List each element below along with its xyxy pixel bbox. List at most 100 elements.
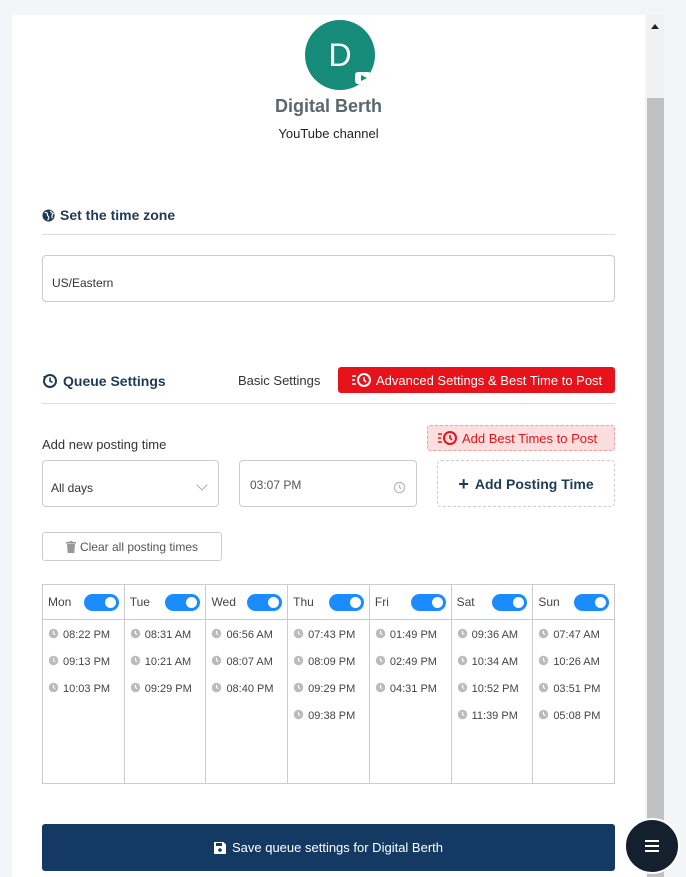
day-toggle[interactable] — [83, 593, 119, 611]
time-slot[interactable]: 09:29 PM — [288, 675, 369, 702]
time-slot[interactable]: 05:08 PM — [533, 702, 614, 729]
day-column-fri: Fri 01:49 PM 02:49 PM 04:31 PM — [369, 585, 452, 783]
time-slot-list: 07:47 AM 10:26 AM 03:51 PM 05:08 PM — [533, 620, 614, 729]
time-slot[interactable]: 10:26 AM — [533, 648, 614, 675]
menu-fab-button[interactable] — [624, 818, 680, 874]
timezone-title-text: Set the time zone — [60, 207, 176, 223]
time-slot-text: 08:22 PM — [63, 628, 111, 641]
add-posting-time-button[interactable]: + Add Posting Time — [437, 460, 615, 507]
time-slot-text: 09:29 PM — [308, 682, 356, 695]
time-slot[interactable]: 08:09 PM — [288, 648, 369, 675]
time-slot-text: 08:07 AM — [226, 655, 273, 668]
time-slot[interactable]: 03:51 PM — [533, 675, 614, 702]
clock-icon — [457, 682, 468, 696]
queue-title: Queue Settings — [42, 373, 166, 389]
day-toggle[interactable] — [328, 593, 364, 611]
scroll-up-arrow-icon[interactable] — [651, 24, 659, 29]
day-toggle[interactable] — [410, 593, 446, 611]
time-slot-text: 04:31 PM — [389, 682, 437, 695]
clock-icon — [293, 655, 304, 669]
day-name: Tue — [129, 595, 150, 609]
time-slot[interactable]: 09:38 PM — [288, 702, 369, 729]
time-slot[interactable]: 09:13 PM — [43, 648, 124, 675]
day-header: Wed — [206, 585, 288, 620]
time-slot-text: 08:40 PM — [226, 682, 274, 695]
time-slot[interactable]: 07:47 AM — [533, 621, 614, 648]
time-slot-list: 08:22 PM 09:13 PM 10:03 PM — [43, 620, 124, 702]
time-input[interactable]: 03:07 PM — [239, 460, 417, 507]
time-slot[interactable]: 06:56 AM — [206, 621, 287, 648]
clock-icon — [130, 628, 141, 642]
time-slot[interactable]: 02:49 PM — [370, 648, 451, 675]
time-slot[interactable]: 11:39 PM — [452, 702, 533, 729]
time-slot-list: 08:31 AM 10:21 AM 09:29 PM — [125, 620, 206, 702]
clock-icon — [130, 655, 141, 669]
time-slot[interactable]: 04:31 PM — [370, 675, 451, 702]
queue-title-text: Queue Settings — [63, 373, 166, 389]
day-name: Wed — [211, 595, 236, 609]
avatar-initial: D — [328, 36, 352, 73]
time-slot-text: 10:52 PM — [471, 682, 519, 695]
day-header: Tue — [124, 585, 206, 620]
time-slot-text: 10:21 AM — [144, 655, 192, 668]
save-queue-button[interactable]: Save queue settings for Digital Berth — [42, 824, 615, 871]
day-toggle[interactable] — [492, 593, 528, 611]
divider — [42, 403, 615, 404]
time-slot-text: 08:31 AM — [144, 628, 192, 641]
clock-icon — [211, 655, 222, 669]
time-slot[interactable]: 07:43 PM — [288, 621, 369, 648]
day-name: Thu — [293, 595, 314, 609]
day-select[interactable]: All days — [42, 460, 219, 507]
time-slot-text: 01:49 PM — [389, 628, 437, 641]
add-best-times-label: Add Best Times to Post — [462, 430, 598, 446]
channel-avatar: D — [305, 20, 375, 90]
day-select-value: All days — [51, 481, 94, 495]
time-slot[interactable]: 10:52 PM — [452, 675, 533, 702]
clock-icon — [130, 682, 141, 696]
day-header: Fri — [369, 585, 451, 620]
time-slot-list: 09:36 AM 10:34 AM 10:52 PM 11:39 PM — [452, 620, 533, 729]
time-slot[interactable]: 01:49 PM — [370, 621, 451, 648]
clock-icon — [48, 682, 59, 696]
scrollbar-thumb[interactable] — [647, 98, 664, 877]
time-slot-text: 10:34 AM — [471, 655, 519, 668]
timezone-input[interactable]: US/Eastern — [42, 255, 615, 302]
time-slot[interactable]: 10:34 AM — [452, 648, 533, 675]
time-slot-text: 06:56 AM — [226, 628, 273, 641]
time-slot[interactable]: 10:21 AM — [125, 648, 206, 675]
day-toggle[interactable] — [165, 593, 201, 611]
time-slot[interactable]: 10:03 PM — [43, 675, 124, 702]
clock-icon — [293, 628, 304, 642]
floppy-disk-icon — [213, 841, 226, 854]
clock-icon — [538, 628, 549, 642]
time-slot[interactable]: 08:40 PM — [206, 675, 287, 702]
day-name: Sun — [538, 595, 560, 609]
time-slot[interactable]: 09:29 PM — [125, 675, 206, 702]
time-slot-text: 10:03 PM — [63, 682, 111, 695]
day-column-sun: Sun 07:47 AM 10:26 AM 03:51 PM 05:08 PM — [533, 585, 615, 783]
clock-icon — [375, 655, 386, 669]
list-clock-icon — [438, 431, 457, 445]
time-slot-text: 02:49 PM — [389, 655, 437, 668]
day-toggle[interactable] — [574, 593, 610, 611]
clock-icon — [375, 682, 386, 696]
day-name: Sat — [456, 595, 475, 609]
time-slot[interactable]: 08:31 AM — [125, 621, 206, 648]
clear-all-button[interactable]: Clear all posting times — [42, 532, 222, 561]
clock-icon — [457, 709, 468, 723]
channel-type: YouTube channel — [278, 126, 379, 141]
advanced-settings-button[interactable]: Advanced Settings & Best Time to Post — [338, 367, 615, 393]
add-best-times-button[interactable]: Add Best Times to Post — [427, 425, 615, 451]
chevron-down-icon — [196, 479, 208, 491]
save-queue-label: Save queue settings for Digital Berth — [231, 840, 443, 855]
clock-icon — [538, 655, 549, 669]
day-toggle[interactable] — [247, 593, 283, 611]
time-slot[interactable]: 08:22 PM — [43, 621, 124, 648]
clock-icon — [457, 628, 468, 642]
day-column-mon: Mon 08:22 PM 09:13 PM 10:03 PM — [43, 585, 125, 783]
clock-icon — [538, 709, 549, 723]
time-slot[interactable]: 08:07 AM — [206, 648, 287, 675]
basic-settings-link[interactable]: Basic Settings — [238, 373, 320, 388]
hamburger-icon — [645, 840, 659, 842]
time-slot[interactable]: 09:36 AM — [452, 621, 533, 648]
